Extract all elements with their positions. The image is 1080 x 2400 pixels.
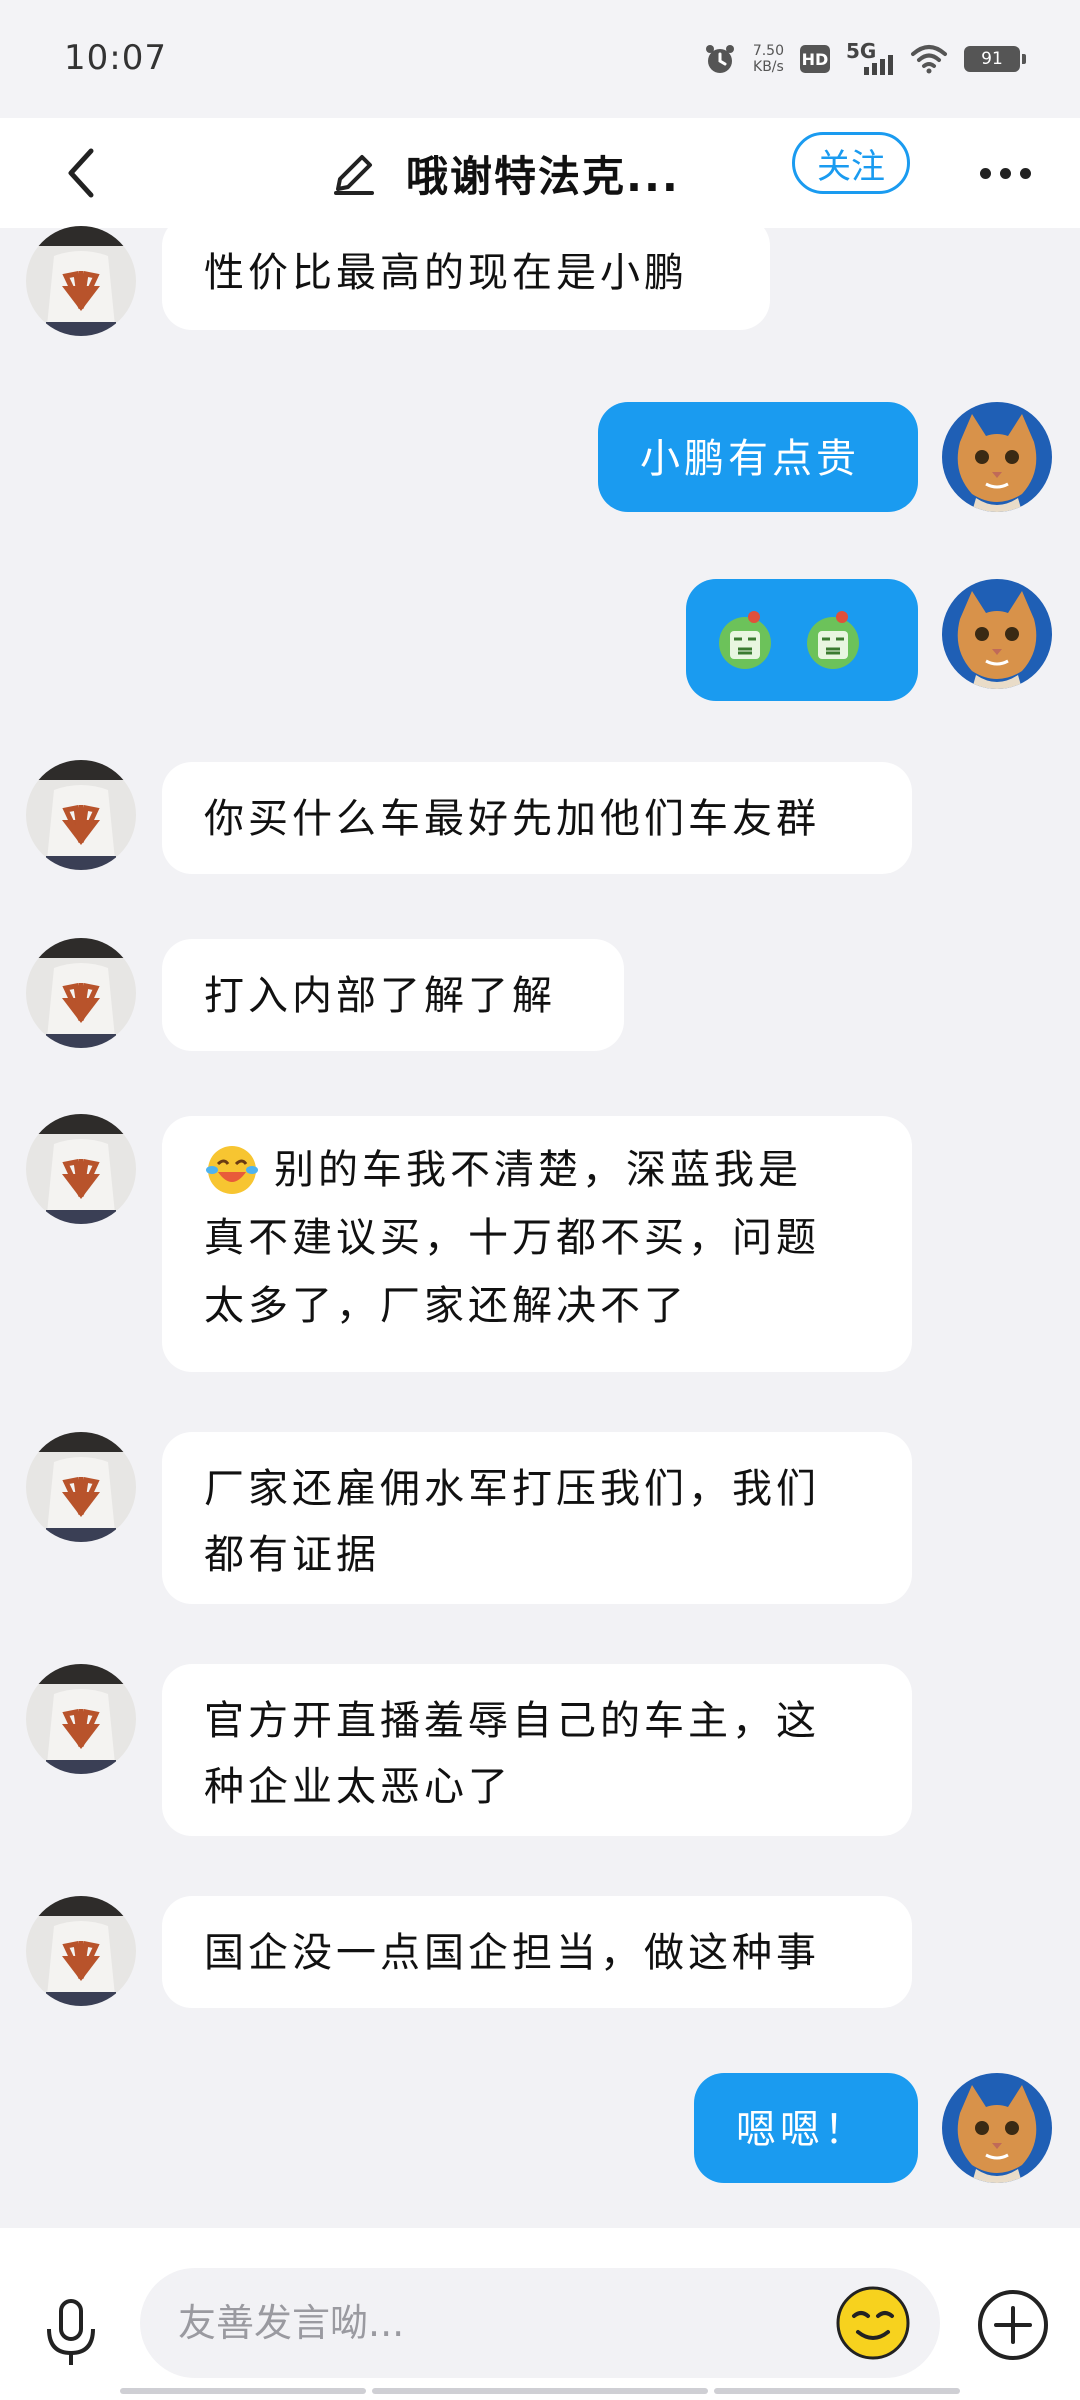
message-text: 嗯嗯！: [736, 2107, 868, 2153]
status-time: 10:07: [64, 38, 167, 78]
contact-avatar[interactable]: [26, 1664, 136, 1774]
message-line: 真不建议买，十万都不买，问题: [204, 1215, 820, 1261]
my-avatar[interactable]: [942, 2073, 1052, 2183]
message-line: 官方开直播羞辱自己的车主，这: [204, 1698, 820, 1744]
voice-button[interactable]: [30, 2292, 112, 2374]
speed-unit: KB/s: [753, 59, 784, 75]
battery-level: 91: [981, 49, 1003, 69]
smiley-icon: [836, 2286, 910, 2360]
green-face-sticker: [807, 611, 859, 669]
message-text: 你买什么车最好先加他们车友群: [204, 796, 820, 842]
message-text: 别的车我不清楚，深蓝我是: [274, 1147, 802, 1193]
follow-button[interactable]: 关注: [792, 132, 910, 194]
chat-title-area[interactable]: 哦谢特法克...: [330, 142, 680, 204]
outgoing-message-bubble[interactable]: 小鹏有点贵: [598, 402, 918, 512]
message-list[interactable]: 性价比最高的现在是小鹏 小鹏有点贵 你买什么车最好先加他们车友群 打入内部了解了…: [0, 216, 1080, 2228]
signal-5g-icon: 5G: [846, 39, 894, 79]
message-line: 别的车我不清楚，深蓝我是: [204, 1136, 870, 1204]
incoming-message-bubble[interactable]: 性价比最高的现在是小鹏: [162, 216, 770, 330]
contact-avatar[interactable]: [26, 938, 136, 1048]
message-line: 太多了，厂家还解决不了: [204, 1283, 688, 1329]
alarm-icon: [705, 45, 734, 73]
contact-avatar[interactable]: [26, 1432, 136, 1542]
incoming-message-bubble[interactable]: 国企没一点国企担当，做这种事: [162, 1896, 912, 2008]
plus-icon: [978, 2290, 1048, 2360]
chat-header: 哦谢特法克... 关注: [0, 118, 1080, 228]
gesture-bar: [714, 2388, 960, 2394]
incoming-message-bubble[interactable]: 厂家还雇佣水军打压我们，我们 都有证据: [162, 1432, 912, 1604]
contact-avatar[interactable]: [26, 226, 136, 336]
contact-avatar[interactable]: [26, 1114, 136, 1224]
back-button[interactable]: [48, 140, 114, 206]
network-speed: 7.50 KB/s: [753, 43, 784, 75]
green-face-sticker: [719, 611, 771, 669]
more-icon[interactable]: [960, 146, 1050, 200]
wifi-icon: [911, 45, 947, 74]
message-text: 打入内部了解了解: [204, 973, 556, 1019]
input-bar: [0, 2228, 1080, 2400]
back-icon: [68, 148, 94, 198]
chat-title: 哦谢特法克...: [406, 151, 680, 201]
message-input[interactable]: [140, 2268, 940, 2378]
outgoing-sticker-bubble[interactable]: [686, 579, 918, 701]
mic-icon: [47, 2299, 95, 2365]
contact-avatar[interactable]: [26, 760, 136, 870]
message-line: 厂家还雇佣水军打压我们，我们: [204, 1466, 820, 1512]
incoming-message-bubble[interactable]: 打入内部了解了解: [162, 939, 624, 1051]
laughing-crying-emoji: [206, 1146, 258, 1194]
incoming-message-bubble[interactable]: 官方开直播羞辱自己的车主，这 种企业太恶心了: [162, 1664, 912, 1836]
message-line: 都有证据: [204, 1532, 380, 1578]
message-text: 小鹏有点贵: [640, 436, 860, 482]
my-avatar[interactable]: [942, 402, 1052, 512]
incoming-message-bubble[interactable]: 你买什么车最好先加他们车友群: [162, 762, 912, 874]
hd-icon: HD: [800, 45, 830, 73]
my-avatar[interactable]: [942, 579, 1052, 689]
incoming-message-bubble[interactable]: 别的车我不清楚，深蓝我是 真不建议买，十万都不买，问题 太多了，厂家还解决不了: [162, 1116, 912, 1372]
speed-value: 7.50: [752, 43, 784, 59]
battery-icon: 91: [964, 46, 1026, 72]
gesture-bar: [372, 2388, 708, 2394]
message-line: 种企业太恶心了: [204, 1764, 512, 1810]
message-text: 国企没一点国企担当，做这种事: [204, 1930, 820, 1976]
edit-icon: [334, 155, 374, 195]
more-actions-button[interactable]: [976, 2288, 1050, 2362]
emoji-button[interactable]: [834, 2284, 912, 2362]
gesture-bar: [120, 2388, 366, 2394]
outgoing-message-bubble[interactable]: 嗯嗯！: [694, 2073, 918, 2183]
contact-avatar[interactable]: [26, 1896, 136, 2006]
status-bar: 10:07 7.50 KB/s HD 5G 91: [0, 0, 1080, 118]
status-icons: 7.50 KB/s HD 5G 91: [703, 36, 1026, 82]
message-text: 性价比最高的现在是小鹏: [204, 250, 688, 296]
